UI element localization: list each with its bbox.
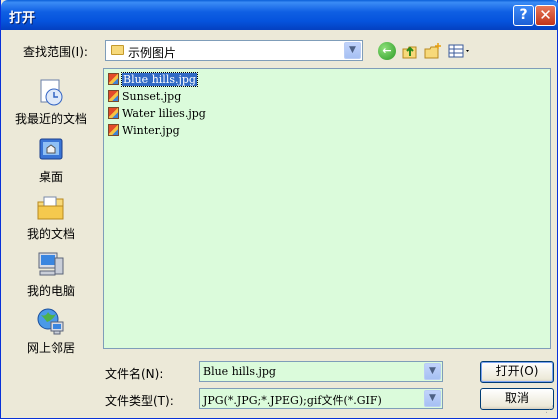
chevron-down-icon[interactable]: ▼ (344, 42, 361, 59)
place-label: 我最近的文档 (14, 112, 87, 126)
views-menu-icon[interactable] (448, 42, 472, 60)
folder-icon (111, 45, 124, 55)
look-in-value: 示例图片 (128, 46, 177, 60)
filetype-dropdown[interactable]: JPG(*.JPG;*.JPEG);gif文件(*.GIF) ▼ (199, 388, 443, 409)
look-in-dropdown[interactable]: 示例图片 ▼ (105, 40, 363, 61)
file-item[interactable]: Water lilies.jpg (108, 106, 206, 121)
place-recent-documents[interactable]: 我最近的文档 (9, 74, 93, 132)
place-label: 网上邻居 (26, 341, 75, 355)
chevron-down-icon[interactable]: ▼ (424, 390, 441, 407)
desktop-icon (39, 138, 63, 160)
resize-grip-icon[interactable]: ⋰ (545, 405, 554, 415)
recent-documents-icon (40, 79, 63, 106)
place-my-documents[interactable]: 我的文档 (9, 189, 93, 247)
title-bar[interactable]: 打开 ? ✕ (1, 0, 558, 30)
close-button[interactable]: ✕ (535, 5, 556, 26)
file-item[interactable]: Blue hills.jpg (108, 72, 198, 87)
chevron-down-icon[interactable]: ▼ (424, 363, 441, 380)
jpg-file-icon (108, 90, 119, 102)
filetype-label: 文件类型(T): (105, 394, 174, 408)
place-my-computer[interactable]: 我的电脑 (9, 246, 93, 304)
open-file-dialog: 打开 ? ✕ 查找范围(I): 示例图片 ▼ ← 我最近的文档 桌面 我的文档 … (0, 0, 558, 419)
window-title: 打开 (9, 11, 36, 26)
look-in-label: 查找范围(I): (23, 45, 88, 59)
place-label: 我的文档 (26, 227, 75, 241)
cancel-button[interactable]: 取消 (480, 388, 554, 410)
jpg-file-icon (108, 107, 119, 119)
filetype-value: JPG(*.JPG;*.JPEG);gif文件(*.GIF) (203, 394, 382, 407)
jpg-file-icon (108, 124, 119, 136)
my-computer-icon (38, 252, 64, 276)
help-button[interactable]: ? (513, 5, 534, 26)
filename-field[interactable]: Blue hills.jpg ▼ (199, 361, 443, 382)
back-icon[interactable]: ← (378, 42, 396, 60)
filename-value: Blue hills.jpg (203, 365, 276, 378)
place-label: 桌面 (38, 170, 63, 184)
file-item[interactable]: Sunset.jpg (108, 89, 181, 104)
new-folder-icon[interactable] (424, 42, 442, 60)
jpg-file-icon (108, 73, 119, 85)
file-list[interactable]: Blue hills.jpg Sunset.jpg Water lilies.j… (103, 68, 551, 349)
file-item[interactable]: Winter.jpg (108, 123, 180, 138)
network-places-icon (37, 308, 64, 335)
filename-label: 文件名(N): (105, 367, 164, 381)
open-button[interactable]: 打开(O) (480, 361, 554, 383)
place-desktop[interactable]: 桌面 (9, 132, 93, 190)
my-documents-icon (37, 196, 64, 220)
up-folder-icon[interactable] (401, 42, 419, 60)
places-bar: 我最近的文档 桌面 我的文档 我的电脑 网上邻居 (9, 68, 93, 390)
place-label: 我的电脑 (26, 284, 75, 298)
place-network[interactable]: 网上邻居 (9, 303, 93, 361)
